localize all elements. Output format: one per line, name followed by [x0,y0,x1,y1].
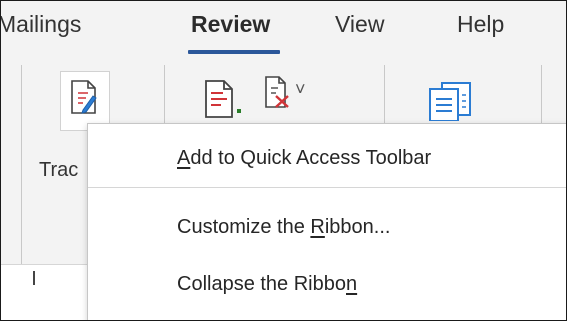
menu-item-customize-the-ribbon[interactable]: Customize the Ribbon... [88,203,566,251]
accept-dropdown-dot [237,109,241,113]
group-separator [21,65,22,265]
ruler [1,264,91,320]
group-separator [384,65,385,125]
menu-item-add-to-quick-access-toolbar[interactable]: Add to Quick Access Toolbar [88,134,566,182]
tab-view[interactable]: View [335,11,384,38]
tab-review[interactable]: Review [191,11,270,38]
compare-icon[interactable] [428,81,472,121]
word-ribbon-window: Mailings Review View Help Trac ˅ Add to … [0,0,567,321]
menu-item-collapse-the-ribbon[interactable]: Collapse the Ribbon [88,260,566,308]
reject-change-icon[interactable] [263,75,291,109]
menu-separator [88,187,566,188]
track-changes-icon [71,80,97,114]
active-tab-indicator [188,50,280,54]
tab-mailings[interactable]: Mailings [1,11,81,38]
chevron-down-icon[interactable]: ˅ [295,79,306,100]
ribbon-context-menu: Add to Quick Access Toolbar Customize th… [87,123,566,320]
menu-item-label: Add to Quick Access Toolbar [177,146,432,169]
accept-change-icon[interactable] [203,79,237,119]
menu-item-label: Customize the Ribbon... [177,215,391,238]
track-changes-label: Trac [39,159,79,181]
group-separator [541,65,542,125]
group-separator [164,65,165,125]
ruler-tick [33,271,35,285]
tab-help[interactable]: Help [457,11,504,38]
menu-item-label: Collapse the Ribbon [177,272,358,295]
